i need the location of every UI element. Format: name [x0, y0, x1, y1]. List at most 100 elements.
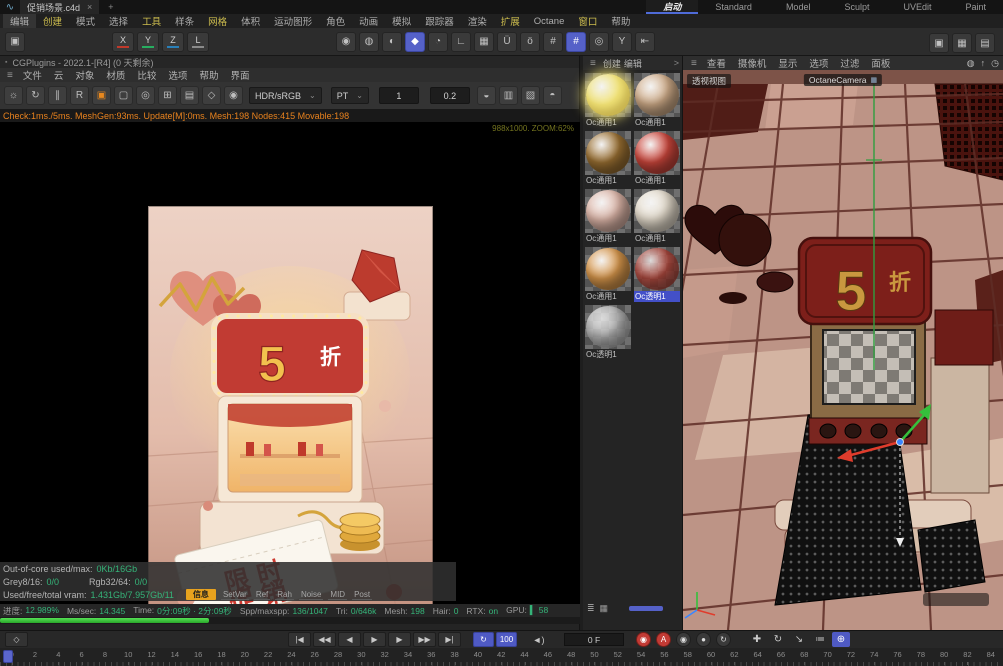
- pass-button[interactable]: MID: [328, 589, 347, 600]
- quantize-snap-icon[interactable]: ö: [520, 32, 540, 52]
- material-picker-icon[interactable]: ◇: [202, 86, 221, 105]
- close-tab-icon[interactable]: ×: [87, 2, 92, 12]
- axis-lock-button[interactable]: Y: [137, 32, 159, 52]
- grid-snap-icon[interactable]: #: [566, 32, 586, 52]
- pass-button[interactable]: SetVar: [221, 589, 249, 600]
- menu-item[interactable]: 渲染: [461, 14, 494, 28]
- layout-tab[interactable]: 启动: [646, 0, 698, 14]
- sound-icon[interactable]: ◄): [527, 632, 550, 647]
- play-rate-button[interactable]: 100: [496, 632, 517, 647]
- axis-lock-button[interactable]: Z: [162, 32, 184, 52]
- material-item[interactable]: Oc通用1: [585, 131, 631, 186]
- unlock-icon[interactable]: ▢: [114, 86, 133, 105]
- region-render-icon[interactable]: R: [70, 86, 89, 105]
- model-mode-icon[interactable]: ◆: [405, 32, 425, 52]
- pass-button[interactable]: Post: [352, 589, 372, 600]
- viewport-canvas[interactable]: 5 折: [683, 70, 1003, 630]
- aov-passes-icon[interactable]: ▥: [499, 86, 518, 105]
- magnet-snap-icon[interactable]: Ü: [497, 32, 517, 52]
- menu-item[interactable]: 编辑: [3, 14, 36, 28]
- material-item[interactable]: Oc通用1: [634, 131, 680, 186]
- pass-button[interactable]: 信息: [186, 589, 216, 600]
- new-tab-button[interactable]: +: [99, 2, 122, 12]
- next-key-button[interactable]: ▶▶: [413, 632, 436, 647]
- prev-frame-button[interactable]: ◀: [338, 632, 361, 647]
- menu-item[interactable]: 模拟: [385, 14, 418, 28]
- document-tab[interactable]: 促销场景.c4d ×: [20, 0, 99, 14]
- viewport-menu-item[interactable]: 选项: [803, 56, 834, 70]
- mirror-icon[interactable]: Y: [612, 32, 632, 52]
- history-icon[interactable]: ◷: [991, 58, 999, 69]
- timeline-nav-icon[interactable]: ◇: [5, 632, 28, 647]
- layers-icon[interactable]: ≔: [811, 632, 829, 647]
- more-arrow-icon[interactable]: >: [674, 58, 679, 68]
- viewport-menu-item[interactable]: 显示: [772, 56, 803, 70]
- hamburger-icon[interactable]: ≡: [687, 58, 701, 69]
- octane-menu-item[interactable]: 界面: [224, 68, 255, 82]
- workplane-icon[interactable]: ▦: [474, 32, 494, 52]
- material-item[interactable]: Oc透明1: [585, 305, 631, 360]
- record-parameter-button[interactable]: ●: [696, 632, 711, 647]
- maximize-icon[interactable]: ↑: [981, 58, 986, 69]
- material-item[interactable]: Oc通用1: [585, 247, 631, 302]
- rotate-tool-icon[interactable]: ↻: [769, 632, 787, 647]
- camera-label[interactable]: OctaneCamera ▦: [804, 74, 882, 86]
- menu-item[interactable]: 窗口: [571, 14, 604, 28]
- menu-item[interactable]: 样条: [168, 14, 201, 28]
- autokey-button[interactable]: A: [656, 632, 671, 647]
- render-info-icon[interactable]: ◍: [359, 32, 379, 52]
- scale-tool-icon[interactable]: ↘: [790, 632, 808, 647]
- layout-tab[interactable]: Paint: [948, 0, 1003, 14]
- lock-resolution-icon[interactable]: ▣: [92, 86, 111, 105]
- layout-tab[interactable]: Standard: [698, 0, 769, 14]
- menu-item[interactable]: 动画: [352, 14, 385, 28]
- pick-pin-icon[interactable]: ◉: [224, 86, 243, 105]
- grid-view-icon[interactable]: ▦: [600, 603, 609, 614]
- kernel-select[interactable]: PT ⌄: [331, 87, 369, 104]
- menu-item[interactable]: 运动图形: [267, 14, 319, 28]
- layout-tab[interactable]: Sculpt: [827, 0, 886, 14]
- menu-item[interactable]: 选择: [102, 14, 135, 28]
- prev-key-button[interactable]: ◀◀: [313, 632, 336, 647]
- axis-lock-button[interactable]: X: [112, 32, 134, 52]
- material-item[interactable]: Oc透明1: [634, 247, 680, 302]
- material-ball-icon[interactable]: ◐: [382, 32, 402, 52]
- camera-icon[interactable]: ▤: [180, 86, 199, 105]
- viewport-menu-item[interactable]: 面板: [865, 56, 896, 70]
- viewport-view-label[interactable]: 透视视图: [687, 74, 731, 88]
- team-render-icon[interactable]: ▤: [975, 33, 995, 53]
- denoise-icon[interactable]: ◒: [477, 86, 496, 105]
- viewer-settings-icon[interactable]: ◓: [543, 86, 562, 105]
- samples-field[interactable]: 1: [379, 87, 419, 104]
- loop-button[interactable]: ↻: [473, 632, 494, 647]
- material-item[interactable]: Oc通用1: [585, 189, 631, 244]
- menu-item[interactable]: 角色: [319, 14, 352, 28]
- octane-menu-item[interactable]: 云: [48, 68, 70, 82]
- current-frame-field[interactable]: 0 F: [564, 633, 624, 646]
- menu-item[interactable]: 工具: [135, 14, 168, 28]
- menu-item[interactable]: Octane: [527, 14, 572, 28]
- menu-item[interactable]: 扩展: [494, 14, 527, 28]
- texture-mode-icon[interactable]: ◔: [428, 32, 448, 52]
- exposure-field[interactable]: 0.2: [430, 87, 470, 104]
- white-balance-picker-icon[interactable]: ⊞: [158, 86, 177, 105]
- layout-tab[interactable]: UVEdit: [886, 0, 948, 14]
- octane-menu-item[interactable]: 帮助: [193, 68, 224, 82]
- materials-scrollbar[interactable]: [629, 606, 663, 611]
- render-camera-icon[interactable]: ▧: [521, 86, 540, 105]
- viewport-menu-item[interactable]: 过滤: [834, 56, 865, 70]
- octane-render-viewport[interactable]: 988x1000. ZOOM:62%: [0, 122, 580, 604]
- material-item[interactable]: Oc通用1: [634, 189, 680, 244]
- restart-render-icon[interactable]: ↻: [26, 86, 45, 105]
- move-tool-icon[interactable]: ✚: [748, 632, 766, 647]
- menu-item[interactable]: 网格: [201, 14, 234, 28]
- hamburger-icon[interactable]: ≡: [3, 70, 17, 81]
- menu-item[interactable]: 跟踪器: [418, 14, 461, 28]
- timeline-ruler[interactable]: 0246810121416182022242628303234363840424…: [0, 648, 1003, 666]
- colorspace-select[interactable]: HDR/sRGB ⌄: [249, 87, 322, 104]
- pass-button[interactable]: Ref: [254, 589, 270, 600]
- grid-icon[interactable]: #: [543, 32, 563, 52]
- render-settings-icon[interactable]: ▦: [952, 33, 972, 53]
- viewport-menu-item[interactable]: 查看: [701, 56, 732, 70]
- octane-menu-item[interactable]: 文件: [17, 68, 48, 82]
